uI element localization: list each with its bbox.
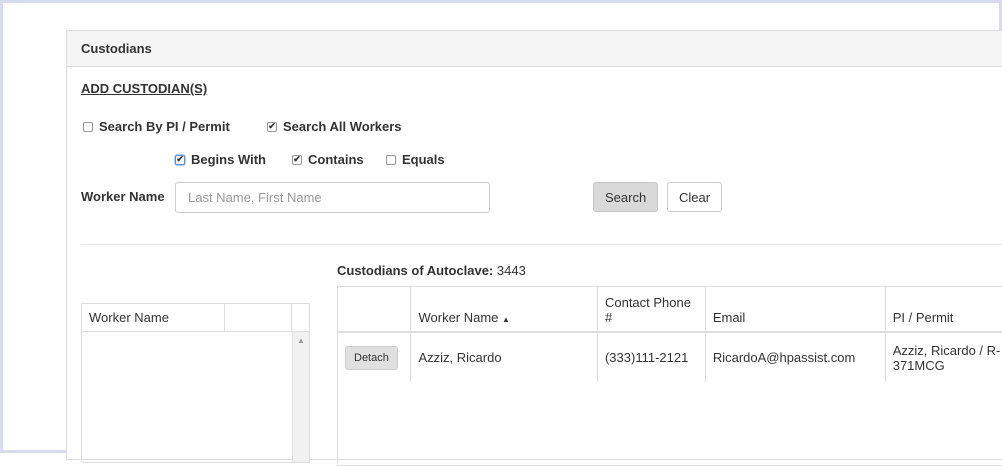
detach-button[interactable]: Detach: [345, 345, 398, 370]
vertical-scrollbar[interactable]: ▲: [292, 332, 309, 462]
contains-label: Contains: [308, 152, 364, 167]
equals-option[interactable]: Equals: [386, 152, 445, 167]
search-by-pi-checkbox[interactable]: [83, 121, 93, 132]
custodians-panel: Custodians ADD CUSTODIAN(S) Search By PI…: [66, 30, 1002, 466]
custodians-title: Custodians of Autoclave: 3443: [337, 263, 526, 278]
column-header-spacer: [292, 304, 309, 331]
equals-label: Equals: [402, 152, 445, 167]
table-row: Detach Azziz, Ricardo (333)111-2121 Rica…: [338, 332, 1002, 382]
search-all-workers-checkbox[interactable]: ✔: [267, 121, 277, 132]
worker-results-header: Worker Name: [82, 304, 309, 332]
custodians-grid: Worker Name ▲ Contact Phone # Email PI /…: [337, 286, 1002, 466]
checkmark-icon: ✔: [268, 121, 276, 131]
column-header-contact-phone[interactable]: Contact Phone #: [597, 287, 706, 333]
worker-results-table: Worker Name ▲: [81, 303, 310, 463]
equals-checkbox[interactable]: [386, 154, 396, 165]
contains-checkbox[interactable]: ✔: [292, 154, 302, 165]
panel-title: Custodians: [67, 31, 1002, 67]
search-all-workers-option[interactable]: ✔ Search All Workers: [267, 119, 402, 134]
autoclave-id: 3443: [496, 263, 526, 278]
search-button[interactable]: Search: [593, 182, 659, 212]
pi-permit-cell: Azziz, Ricardo / R-371MCG: [892, 342, 1001, 373]
checkmark-icon: ✔: [293, 154, 301, 164]
begins-with-option[interactable]: ✔ Begins With: [175, 152, 266, 167]
clear-button[interactable]: Clear: [667, 182, 723, 212]
custodians-title-label: Custodians of Autoclave:: [337, 263, 494, 278]
worker-name-cell: Azziz, Ricardo: [410, 332, 598, 382]
add-custodians-link[interactable]: ADD CUSTODIAN(S): [81, 81, 207, 96]
column-header-worker-name[interactable]: Worker Name ▲: [410, 287, 598, 333]
custodians-header-row: Worker Name ▲ Contact Phone # Email PI /…: [338, 287, 1002, 333]
action-cell: Detach: [338, 332, 412, 382]
search-by-pi-label: Search By PI / Permit: [99, 119, 230, 134]
begins-with-checkbox[interactable]: ✔: [175, 154, 185, 165]
phone-cell: (333)111-2121: [597, 332, 706, 382]
column-header-pi-permit[interactable]: PI / Permit: [885, 287, 1002, 333]
section-divider: [81, 244, 1002, 245]
custodians-table: Worker Name ▲ Contact Phone # Email PI /…: [338, 287, 1002, 382]
begins-with-label: Begins With: [191, 152, 266, 167]
contains-option[interactable]: ✔ Contains: [292, 152, 364, 167]
column-header-blank: [225, 304, 292, 331]
column-header-email[interactable]: Email: [705, 287, 886, 333]
search-by-pi-option[interactable]: Search By PI / Permit: [83, 119, 230, 134]
worker-name-header-label: Worker Name: [418, 310, 499, 325]
worker-name-column-header[interactable]: Worker Name: [82, 304, 225, 331]
sort-asc-icon: ▲: [502, 315, 510, 324]
checkmark-icon: ✔: [176, 154, 184, 164]
scroll-up-arrow-icon[interactable]: ▲: [297, 336, 305, 345]
email-cell: RicardoA@hpassist.com: [705, 332, 886, 382]
search-all-workers-label: Search All Workers: [283, 119, 402, 134]
worker-name-input[interactable]: [175, 182, 490, 213]
worker-name-label: Worker Name: [81, 189, 165, 204]
column-header-action: [338, 287, 412, 333]
